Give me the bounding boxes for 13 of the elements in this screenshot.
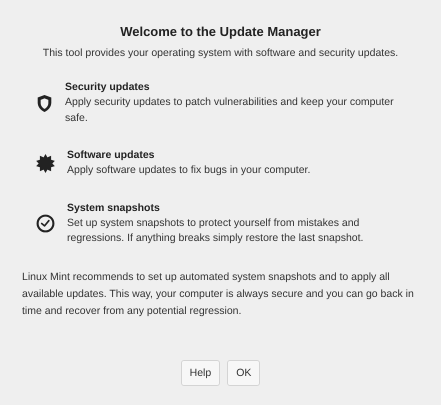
shield-icon <box>36 94 53 112</box>
dialog-button[interactable]: OK <box>227 360 260 386</box>
recommendation-text: Linux Mint recommends to set up automated system snapshots and to apply all available updates. This way, your computer is always secure and you can go back in time and recover from any potential regression. <box>22 270 414 318</box>
welcome-title: Welcome to the Update Manager <box>119 24 322 39</box>
feature-title: Software updates <box>67 148 156 163</box>
feature-description: Apply software updates to fix bugs in your computer. <box>67 163 312 178</box>
feature-description: Set up system snapshots to protect yourself from mistakes and regressions. If anything breaks simply restore the last snapshot. <box>67 216 364 246</box>
dialog-button[interactable]: Help <box>180 360 220 386</box>
badge-icon <box>36 154 55 173</box>
subtitle-text: This tool provides your operating system with software and security updates. <box>42 47 400 59</box>
feature-title: Security updates <box>65 80 151 95</box>
feature-title: System snapshots <box>67 200 161 216</box>
feature-description: Apply security updates to patch vulnerabilities and keep your computer safe. <box>65 95 395 126</box>
